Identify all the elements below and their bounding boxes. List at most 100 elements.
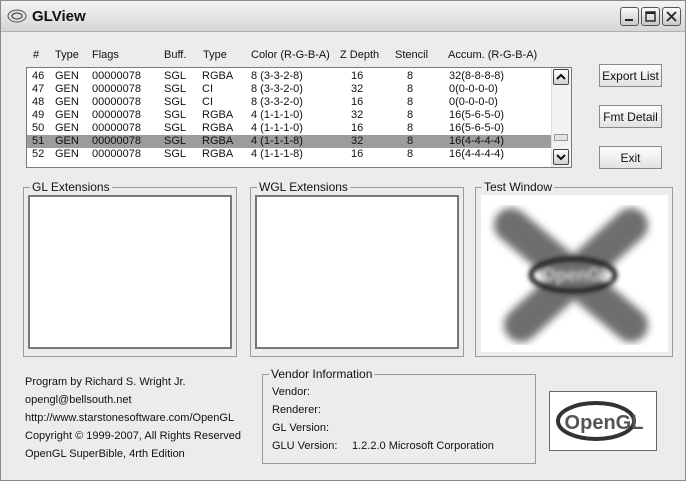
cell-color: 8 (3-3-2-8)	[251, 70, 303, 82]
list-row[interactable]: 46 GEN 00000078 SGL RGBA 8 (3-3-2-8) 16 …	[27, 70, 551, 83]
scroll-up-arrow-icon	[556, 73, 566, 80]
list-row[interactable]: 47 GEN 00000078 SGL CI 8 (3-3-2-0) 32 8 …	[27, 83, 551, 96]
window-title: GLView	[32, 8, 86, 25]
col-header-stencil[interactable]: Stencil	[395, 49, 428, 65]
cell-stencil: 8	[407, 70, 414, 82]
wgl-extensions-textbox[interactable]	[255, 195, 459, 349]
exit-button[interactable]: Exit	[599, 146, 662, 169]
close-button[interactable]	[662, 7, 681, 26]
cell-type: GEN	[55, 122, 79, 134]
cell-number: 51	[32, 135, 45, 147]
cell-pixel-type: CI	[202, 96, 213, 108]
cell-buff: SGL	[164, 109, 187, 121]
credit-url[interactable]: http://www.starstonesoftware.com/OpenGL	[25, 412, 234, 424]
list-row[interactable]: 50 GEN 00000078 SGL RGBA 4 (1-1-1-0) 16 …	[27, 122, 551, 135]
cell-stencil: 8	[407, 109, 414, 121]
wgl-extensions-label: WGL Extensions	[257, 180, 350, 194]
test-window-canvas[interactable]: OpenGL	[481, 195, 668, 352]
cell-accum: 0(0-0-0-0)	[449, 96, 498, 108]
cell-flags: 00000078	[92, 83, 141, 95]
credit-copyright: Copyright © 1999-2007, All Rights Reserv…	[25, 430, 241, 442]
list-vertical-scrollbar[interactable]	[551, 68, 571, 167]
export-list-button[interactable]: Export List	[599, 64, 662, 87]
credit-author: Program by Richard S. Wright Jr.	[25, 376, 186, 388]
cell-number: 49	[32, 109, 45, 121]
cell-stencil: 8	[407, 135, 414, 147]
cell-flags: 00000078	[92, 109, 141, 121]
cell-flags: 00000078	[92, 148, 141, 160]
col-header-color[interactable]: Color (R-G-B-A)	[251, 49, 330, 65]
scroll-down-button[interactable]	[553, 149, 569, 165]
cell-zdepth: 32	[351, 109, 364, 121]
col-header-accum[interactable]: Accum. (R-G-B-A)	[448, 49, 537, 65]
cell-zdepth: 32	[351, 83, 364, 95]
cell-zdepth: 16	[351, 122, 364, 134]
maximize-button[interactable]	[641, 7, 660, 26]
vendor-info-label: Vendor Information	[269, 367, 375, 381]
list-row[interactable]: 49 GEN 00000078 SGL RGBA 4 (1-1-1-0) 32 …	[27, 109, 551, 122]
cell-flags: 00000078	[92, 96, 141, 108]
list-row[interactable]: 48 GEN 00000078 SGL CI 8 (3-3-2-0) 16 8 …	[27, 96, 551, 109]
cell-accum: 16(4-4-4-4)	[449, 135, 505, 147]
app-icon	[7, 9, 27, 23]
scroll-up-button[interactable]	[553, 69, 569, 85]
cell-buff: SGL	[164, 148, 187, 160]
opengl-logo: OpenGL	[556, 401, 644, 441]
cell-pixel-type: RGBA	[202, 122, 234, 134]
col-header-flags[interactable]: Flags	[92, 49, 119, 65]
list-row[interactable]: 52 GEN 00000078 SGL RGBA 4 (1-1-1-8) 16 …	[27, 148, 551, 161]
opengl-logo-frame: OpenGL	[549, 391, 657, 451]
svg-text:OpenGL: OpenGL	[565, 412, 644, 434]
glu-version-label: GLU Version:	[272, 440, 338, 452]
gl-extensions-textbox[interactable]	[28, 195, 232, 349]
cell-color: 4 (1-1-1-0)	[251, 109, 303, 121]
cell-flags: 00000078	[92, 122, 141, 134]
renderer-label: Renderer:	[272, 404, 321, 416]
svg-text:OpenGL: OpenGL	[542, 265, 613, 285]
close-icon	[666, 11, 677, 22]
cell-type: GEN	[55, 109, 79, 121]
cell-pixel-type: RGBA	[202, 109, 234, 121]
cell-zdepth: 16	[351, 148, 364, 160]
cell-stencil: 8	[407, 96, 414, 108]
cell-color: 4 (1-1-1-8)	[251, 135, 303, 147]
credit-book: OpenGL SuperBible, 4rth Edition	[25, 448, 185, 460]
test-render-image: OpenGL	[494, 208, 648, 342]
gl-extensions-label: GL Extensions	[30, 180, 112, 194]
col-header-buff[interactable]: Buff.	[164, 49, 186, 65]
cell-accum: 16(5-6-5-0)	[449, 122, 505, 134]
cell-pixel-type: RGBA	[202, 70, 234, 82]
cell-pixel-type: RGBA	[202, 148, 234, 160]
cell-color: 8 (3-3-2-0)	[251, 83, 303, 95]
scroll-thumb[interactable]	[554, 134, 568, 141]
test-window-label: Test Window	[482, 180, 555, 194]
cell-buff: SGL	[164, 122, 187, 134]
col-header-number[interactable]: #	[33, 49, 39, 65]
cell-color: 4 (1-1-1-8)	[251, 148, 303, 160]
pixel-format-list[interactable]: 46 GEN 00000078 SGL RGBA 8 (3-3-2-8) 16 …	[26, 67, 572, 168]
cell-color: 4 (1-1-1-0)	[251, 122, 303, 134]
cell-number: 48	[32, 96, 45, 108]
credit-email[interactable]: opengl@bellsouth.net	[25, 394, 132, 406]
cell-number: 52	[32, 148, 45, 160]
gl-version-label: GL Version:	[272, 422, 330, 434]
vendor-label: Vendor:	[272, 386, 310, 398]
cell-accum: 0(0-0-0-0)	[449, 83, 498, 95]
col-header-type2[interactable]: Type	[203, 49, 227, 65]
fmt-detail-button[interactable]: Fmt Detail	[599, 105, 662, 128]
col-header-type[interactable]: Type	[55, 49, 79, 65]
cell-stencil: 8	[407, 122, 414, 134]
cell-stencil: 8	[407, 83, 414, 95]
list-row-selected[interactable]: 51 GEN 00000078 SGL RGBA 4 (1-1-1-8) 32 …	[27, 135, 551, 148]
minimize-button[interactable]	[620, 7, 639, 26]
cell-pixel-type: CI	[202, 83, 213, 95]
cell-accum: 16(4-4-4-4)	[449, 148, 505, 160]
cell-buff: SGL	[164, 83, 187, 95]
col-header-zdepth[interactable]: Z Depth	[340, 49, 379, 65]
glview-window: GLView # Type Flags Buff. Type Color (R-…	[0, 0, 686, 481]
title-bar[interactable]: GLView	[1, 1, 685, 32]
cell-zdepth: 16	[351, 96, 364, 108]
cell-stencil: 8	[407, 148, 414, 160]
cell-color: 8 (3-3-2-0)	[251, 96, 303, 108]
glu-version-value: 1.2.2.0 Microsoft Corporation	[352, 440, 494, 452]
